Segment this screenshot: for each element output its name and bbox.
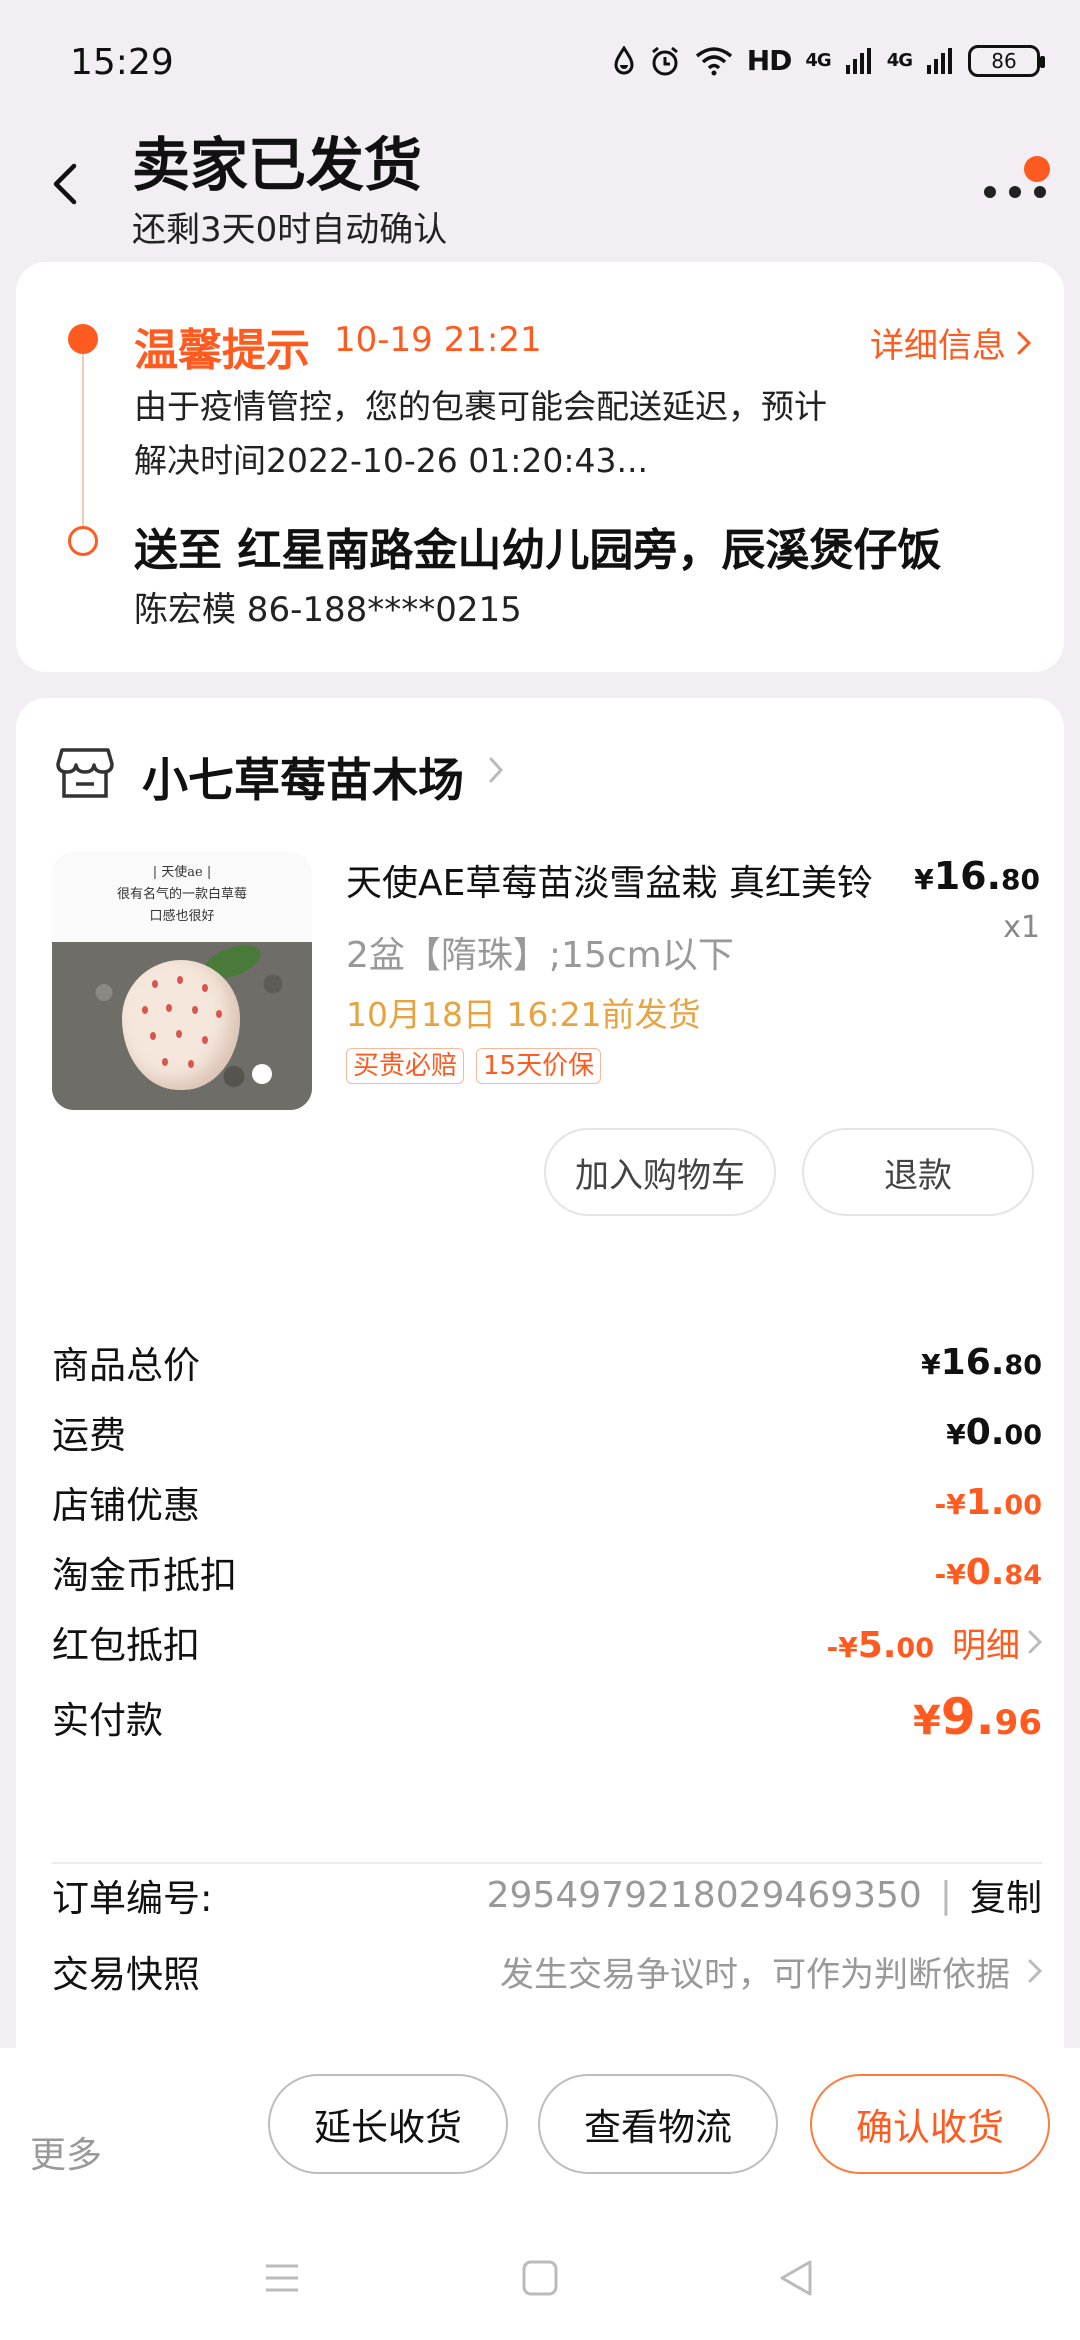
- store-name[interactable]: 小七草莓苗木场: [142, 744, 464, 810]
- detail-info-link[interactable]: 详细信息: [870, 318, 1032, 367]
- delivery-address: 送至 红星南路金山幼儿园旁，辰溪煲仔饭: [134, 525, 942, 576]
- product-image-caption: | 天使ae | 很有名气的一款白草莓 口感也很好: [52, 852, 312, 942]
- summary-row-redpacket: 红包抵扣 - ¥5. 00 明细: [52, 1612, 1042, 1672]
- timeline-dot-destination: [68, 526, 98, 556]
- extend-receipt-button[interactable]: 延长收货: [268, 2074, 508, 2174]
- page-subtitle: 还剩3天0时自动确认: [132, 210, 448, 250]
- alarm-icon: [651, 46, 678, 75]
- view-logistics-button[interactable]: 查看物流: [538, 2074, 778, 2174]
- chevron-right-icon: [1028, 1959, 1042, 1983]
- store-icon: [56, 748, 114, 798]
- logistics-card[interactable]: 温馨提示 10-19 21:21 详细信息 由于疫情管控，您的包裹可能会配送延迟…: [16, 262, 1064, 672]
- dot-icon: [1034, 186, 1046, 198]
- back-nav-icon[interactable]: [776, 2258, 816, 2298]
- page-title: 卖家已发货: [132, 131, 423, 199]
- price-integer: 16.: [933, 854, 1002, 898]
- paid-amount: ¥9. 96: [913, 1688, 1042, 1746]
- timeline-line: [82, 354, 84, 532]
- home-icon[interactable]: [520, 2258, 560, 2298]
- image-caption-line: 口感也很好: [149, 909, 215, 924]
- tip-title: 温馨提示: [134, 325, 310, 376]
- tip-message: 由于疫情管控，您的包裹可能会配送延迟，预计解决时间2022-10-26 01:2…: [134, 387, 827, 480]
- summary-row-paid: 实付款 ¥9. 96: [52, 1682, 1042, 1752]
- summary-row-goods-total: 商品总价 ¥16. 80: [52, 1332, 1042, 1392]
- image-caption-line: 很有名气的一款白草莓: [116, 887, 247, 902]
- bottom-action-bar: 更多 延长收货 查看物流 确认收货: [0, 2048, 1080, 2340]
- row-value: ¥0. 00: [946, 1411, 1042, 1453]
- system-nav-bar: [0, 2238, 1080, 2340]
- timeline-dot-active: [68, 324, 98, 354]
- wifi-icon: [695, 46, 732, 75]
- signal-icon-2: [927, 47, 952, 74]
- image-caption-line: | 天使ae |: [152, 865, 212, 880]
- row-value: ¥16. 80: [921, 1341, 1042, 1383]
- page-header: 卖家已发货 还剩3天0时自动确认: [0, 110, 1080, 260]
- row-label: 实付款: [52, 1699, 163, 1742]
- confirm-receipt-button[interactable]: 确认收货: [810, 2074, 1050, 2174]
- product-price: ¥16.80: [914, 854, 1040, 898]
- snapshot-label: 交易快照: [52, 1953, 200, 1996]
- add-to-cart-button[interactable]: 加入购物车: [544, 1128, 776, 1216]
- summary-row-coin-deduction: 淘金币抵扣 - ¥0. 84: [52, 1542, 1042, 1602]
- signal-icon-1: [845, 47, 871, 74]
- chevron-right-icon[interactable]: [488, 756, 504, 784]
- dot-icon: [984, 186, 996, 198]
- chevron-right-icon: [1017, 331, 1032, 354]
- row-value: - ¥0. 84: [934, 1551, 1042, 1593]
- hd-indicator: HD: [746, 44, 793, 77]
- white-flower: [252, 1064, 272, 1084]
- trade-snapshot-row[interactable]: 交易快照 发生交易争议时，可作为判断依据: [52, 1944, 1042, 1998]
- price-decimal: 80: [1001, 863, 1040, 896]
- more-menu-button[interactable]: [982, 156, 1052, 216]
- status-time: 15:29: [70, 42, 174, 83]
- row-value: - ¥1. 00: [934, 1481, 1042, 1523]
- back-button[interactable]: [40, 154, 90, 214]
- row-value: - ¥5. 00 明细: [827, 1618, 1042, 1667]
- order-number-label: 订单编号:: [52, 1877, 213, 1920]
- refund-button[interactable]: 退款: [802, 1128, 1034, 1216]
- tag-price-guarantee: 买贵必赔: [346, 1048, 465, 1084]
- notification-badge: [1024, 156, 1050, 182]
- row-label: 淘金币抵扣: [52, 1554, 237, 1597]
- row-label: 店铺优惠: [52, 1484, 200, 1527]
- detail-label: 明细: [952, 1625, 1020, 1666]
- more-actions[interactable]: 更多: [30, 2126, 102, 2178]
- product-quantity: x1: [1003, 910, 1040, 945]
- tip-time: 10-19 21:21: [334, 320, 542, 360]
- order-number: 2954979218029469350: [486, 1874, 922, 1916]
- network-4g-2: 4G: [886, 50, 913, 71]
- ship-deadline: 10月18日 16:21前发货: [346, 995, 701, 1034]
- row-label: 红包抵扣: [52, 1624, 200, 1667]
- order-card: 小七草莓苗木场 | 天使ae | 很有名气的一款白草莓 口感也很好 天使AE草莓…: [16, 698, 1064, 2098]
- chevron-right-icon: [1028, 1630, 1042, 1654]
- divider: [52, 1862, 1042, 1864]
- detail-info-label: 详细信息: [870, 326, 1006, 366]
- dot-icon: [1009, 186, 1021, 198]
- network-4g-1: 4G: [805, 50, 831, 71]
- tag-price-protection: 15天价保: [476, 1048, 602, 1084]
- redpacket-detail-link[interactable]: 明细: [952, 1618, 1042, 1667]
- currency-symbol: ¥: [914, 863, 934, 896]
- battery-icon: 86: [968, 44, 1045, 77]
- snapshot-hint: 发生交易争议时，可作为判断依据: [500, 1954, 1010, 1995]
- order-number-row: 订单编号: 2954979218029469350 | 复制: [52, 1868, 1042, 1922]
- row-label: 运费: [52, 1414, 126, 1457]
- product-image[interactable]: | 天使ae | 很有名气的一款白草莓 口感也很好: [52, 852, 312, 1110]
- chevron-left-icon: [53, 163, 77, 205]
- separator: |: [939, 1874, 952, 1916]
- product-spec: 2盆【隋珠】;15cm以下: [346, 935, 734, 976]
- status-icons: HD 4G 4G 86: [613, 44, 1045, 77]
- summary-row-store-discount: 店铺优惠 - ¥1. 00: [52, 1472, 1042, 1532]
- row-label: 商品总价: [52, 1344, 200, 1387]
- menu-icon[interactable]: [262, 2258, 302, 2298]
- product-title[interactable]: 天使AE草莓苗淡雪盆栽 真红美铃: [346, 854, 886, 906]
- service-tags: 买贵必赔 15天价保: [346, 1048, 602, 1084]
- summary-row-shipping: 运费 ¥0. 00: [52, 1402, 1042, 1462]
- copy-button[interactable]: 复制: [970, 1869, 1042, 1921]
- droplet-icon: [614, 45, 634, 74]
- recipient-contact: 陈宏模 86-188****0215: [134, 590, 522, 630]
